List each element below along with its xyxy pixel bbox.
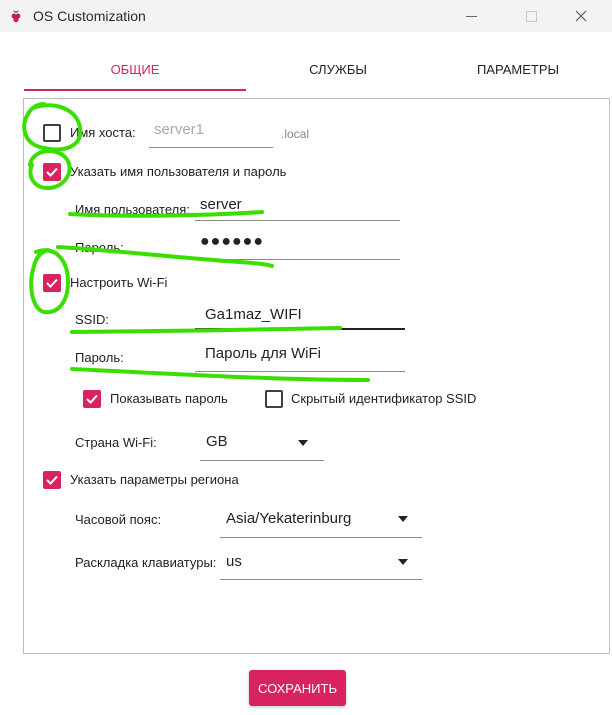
wifi-country-label: Страна Wi-Fi: [75,435,157,450]
tab-services[interactable]: СЛУЖБЫ [246,46,430,92]
wifi-country-select[interactable]: GB [206,433,228,450]
wifi-checkbox[interactable] [43,274,61,292]
keyboard-label: Раскладка клавиатуры: [75,555,217,570]
chevron-down-icon[interactable] [298,440,308,446]
close-button[interactable] [558,0,604,32]
hostname-suffix: .local [281,127,310,141]
window-title: OS Customization [33,8,146,24]
wifi-password-input-underline [195,371,405,372]
wifi-password-input[interactable]: Пароль для WiFi [205,345,321,362]
chevron-down-icon[interactable] [398,516,408,522]
save-button[interactable]: СОХРАНИТЬ [249,670,346,706]
user-password-checkbox[interactable] [43,163,61,181]
timezone-select[interactable]: Asia/Yekaterinburg [226,510,351,527]
password-label: Пароль: [75,240,124,255]
hostname-label: Имя хоста: [70,125,136,140]
close-icon [575,10,587,22]
general-settings-panel [23,98,610,654]
chevron-down-icon[interactable] [398,559,408,565]
minimize-icon [465,15,477,17]
user-password-label: Указать имя пользователя и пароль [70,164,287,179]
title-bar: OS Customization [0,0,612,32]
tab-bar: ОБЩИЕ СЛУЖБЫ ПАРАМЕТРЫ [24,46,610,92]
maximize-icon [525,10,537,22]
checkmark-icon [46,475,58,485]
password-input[interactable]: ●●●●●● [200,233,264,251]
ssid-input-underline [195,328,405,330]
maximize-button[interactable] [508,0,554,32]
keyboard-underline [220,579,422,580]
wifi-country-underline [200,460,324,461]
ssid-input[interactable]: Ga1maz_WIFI [205,306,302,323]
show-password-label: Показывать пароль [110,391,228,406]
hostname-input-underline [149,147,273,148]
username-input[interactable]: server [200,196,242,213]
keyboard-select[interactable]: us [226,553,242,570]
checkmark-icon [86,394,98,404]
raspberry-pi-icon [11,10,21,23]
minimize-button[interactable] [448,0,494,32]
username-input-underline [195,220,400,221]
timezone-underline [220,537,422,538]
checkmark-icon [46,278,58,288]
hidden-ssid-checkbox[interactable] [265,390,283,408]
password-input-underline [195,259,400,260]
hidden-ssid-label: Скрытый идентификатор SSID [291,391,477,406]
locale-checkbox[interactable] [43,471,61,489]
locale-label: Указать параметры региона [70,472,239,487]
ssid-label: SSID: [75,312,109,327]
checkmark-icon [46,167,58,177]
timezone-label: Часовой пояс: [75,512,162,527]
hostname-checkbox[interactable] [43,124,61,142]
hostname-input[interactable]: server1 [154,121,204,138]
username-label: Имя пользователя: [75,202,190,217]
active-tab-indicator [24,89,246,91]
tab-general[interactable]: ОБЩИЕ [24,46,246,92]
wifi-label: Настроить Wi-Fi [70,275,168,290]
tab-options[interactable]: ПАРАМЕТРЫ [430,46,606,92]
wifi-password-label: Пароль: [75,350,124,365]
show-password-checkbox[interactable] [83,390,101,408]
